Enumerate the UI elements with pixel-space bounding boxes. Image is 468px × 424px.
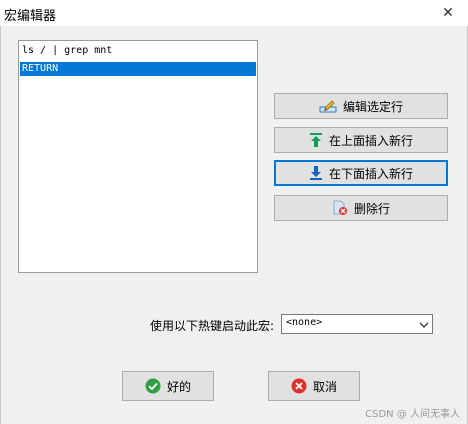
cancel-label: 取消 [312, 379, 337, 394]
edit-line-button[interactable]: 编辑选定行 [274, 93, 448, 119]
list-item-selected[interactable]: RETURN [20, 62, 256, 76]
hotkey-select-value: <none> [286, 317, 323, 328]
hotkey-label: 使用以下热键启动此宏: [150, 319, 275, 333]
delete-line-button[interactable]: 删除行 [274, 195, 448, 221]
window-left-border [0, 26, 1, 424]
insert-below-button[interactable]: 在下面插入新行 [274, 160, 448, 186]
title-bar: 宏编辑器 ✕ [0, 0, 468, 26]
chevron-down-icon [419, 319, 429, 333]
check-icon [145, 378, 161, 394]
insert-above-button[interactable]: 在上面插入新行 [274, 127, 448, 153]
delete-icon [332, 200, 348, 216]
delete-line-label: 删除行 [353, 201, 390, 216]
macro-list[interactable]: ls / | grep mnt RETURN [18, 40, 258, 273]
edit-line-label: 编辑选定行 [342, 99, 403, 114]
cancel-button[interactable]: 取消 [268, 371, 360, 401]
watermark: CSDN @ 人间无事人 [365, 409, 460, 420]
close-icon: ✕ [442, 5, 454, 21]
insert-above-icon [309, 132, 323, 148]
insert-below-icon [309, 165, 323, 181]
hotkey-select[interactable]: <none> [281, 314, 433, 334]
close-button[interactable]: ✕ [428, 0, 468, 26]
insert-above-label: 在上面插入新行 [328, 133, 413, 148]
ok-label: 好的 [166, 379, 191, 394]
insert-below-label: 在下面插入新行 [328, 166, 413, 181]
list-item[interactable]: ls / | grep mnt [20, 44, 256, 58]
cancel-icon [291, 378, 307, 394]
ok-button[interactable]: 好的 [122, 371, 214, 401]
window-title: 宏编辑器 [4, 9, 57, 24]
edit-icon [319, 98, 337, 114]
